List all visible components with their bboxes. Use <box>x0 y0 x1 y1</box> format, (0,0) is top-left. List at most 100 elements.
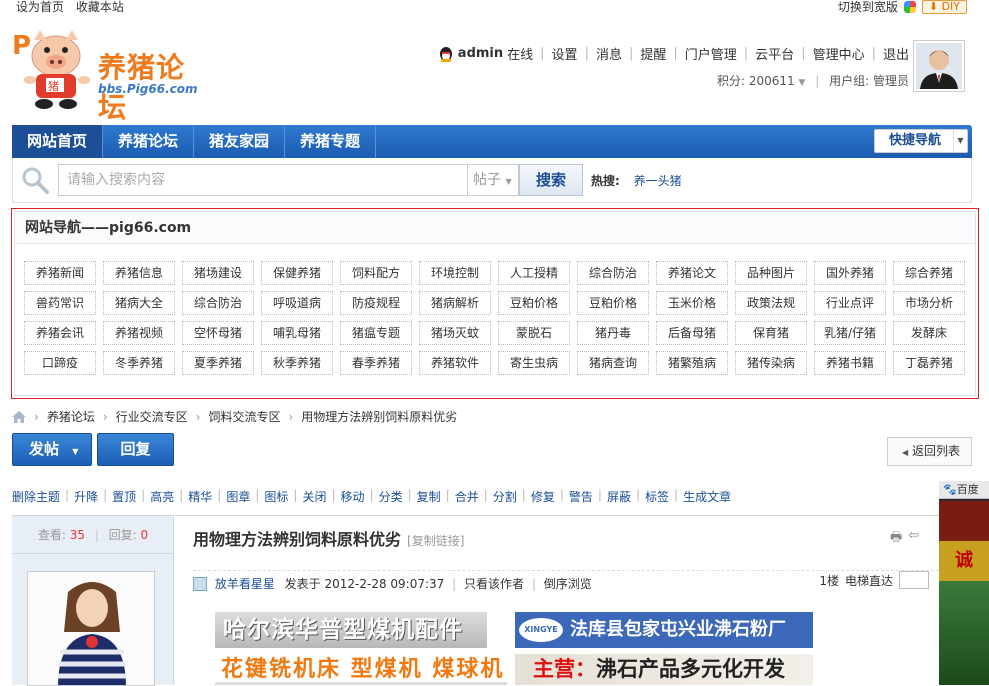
site-nav-link[interactable]: 猪繁殖病 <box>656 351 728 375</box>
ad-banner-products[interactable]: 主营：沸石产品多元化开发 <box>515 654 813 685</box>
mod-action-link[interactable]: 生成文章 <box>683 488 731 505</box>
ad-banner-equipment[interactable]: 花键铣机床 型煤机 煤球机 <box>215 654 507 685</box>
logout-link[interactable]: 退出 <box>883 44 909 63</box>
mod-action-link[interactable]: 合并 <box>455 488 479 505</box>
site-nav-link[interactable]: 猪病查询 <box>577 351 649 375</box>
site-nav-link[interactable]: 养猪新闻 <box>24 261 96 285</box>
site-nav-link[interactable]: 寄生虫病 <box>498 351 570 375</box>
admin-center-link[interactable]: 管理中心 <box>813 44 865 63</box>
floor-jump-input[interactable] <box>899 571 929 589</box>
site-nav-link[interactable]: 兽药常识 <box>24 291 96 315</box>
mod-action-link[interactable]: 分类 <box>379 488 403 505</box>
site-nav-link[interactable]: 猪场建设 <box>182 261 254 285</box>
mod-action-link[interactable]: 图标 <box>264 488 288 505</box>
search-input[interactable]: 请输入搜索内容 <box>58 164 468 196</box>
user-avatar[interactable] <box>913 40 965 92</box>
notices-link[interactable]: 提醒 <box>640 44 666 63</box>
nav-topics[interactable]: 养猪专题 <box>285 125 377 158</box>
site-nav-link[interactable]: 夏季养猪 <box>182 351 254 375</box>
site-nav-link[interactable]: 猪瘟专题 <box>340 321 412 345</box>
site-nav-link[interactable]: 养猪论文 <box>656 261 728 285</box>
mod-action-link[interactable]: 升降 <box>74 488 98 505</box>
mod-action-link[interactable]: 精华 <box>188 488 212 505</box>
site-nav-link[interactable]: 综合养猪 <box>893 261 965 285</box>
site-nav-link[interactable]: 保健养猪 <box>261 261 333 285</box>
site-nav-link[interactable]: 国外养猪 <box>814 261 886 285</box>
portal-admin-link[interactable]: 门户管理 <box>685 44 737 63</box>
floating-ad[interactable]: 🐾百度推 诚 <box>939 481 989 685</box>
mod-action-link[interactable]: 屏蔽 <box>607 488 631 505</box>
site-nav-link[interactable]: 秋季养猪 <box>261 351 333 375</box>
print-icon[interactable]: 🖶 <box>890 528 902 550</box>
site-nav-link[interactable]: 行业点评 <box>814 291 886 315</box>
site-nav-link[interactable]: 养猪信息 <box>103 261 175 285</box>
messages-link[interactable]: 消息 <box>596 44 622 63</box>
site-nav-link[interactable]: 饲料配方 <box>340 261 412 285</box>
site-nav-link[interactable]: 丁磊养猪 <box>893 351 965 375</box>
new-post-button[interactable]: 发帖 ▼ <box>12 433 92 466</box>
mod-action-link[interactable]: 删除主题 <box>12 488 60 505</box>
site-nav-link[interactable]: 保育猪 <box>735 321 807 345</box>
mod-action-link[interactable]: 分割 <box>493 488 517 505</box>
site-nav-link[interactable]: 玉米价格 <box>656 291 728 315</box>
reverse-order-link[interactable]: 倒序浏览 <box>544 577 592 591</box>
site-nav-link[interactable]: 品种图片 <box>735 261 807 285</box>
site-nav-link[interactable]: 养猪软件 <box>419 351 491 375</box>
mod-action-link[interactable]: 关闭 <box>302 488 326 505</box>
palette-icon[interactable] <box>903 0 916 13</box>
nav-home[interactable]: 网站首页 <box>12 125 104 158</box>
site-nav-link[interactable]: 猪传染病 <box>735 351 807 375</box>
site-nav-link[interactable]: 猪病解析 <box>419 291 491 315</box>
site-nav-link[interactable]: 环境控制 <box>419 261 491 285</box>
mod-action-link[interactable]: 标签 <box>645 488 669 505</box>
breadcrumb-thread[interactable]: 用物理方法辨别饲料原料优劣 <box>301 408 457 425</box>
site-nav-link[interactable]: 冬季养猪 <box>103 351 175 375</box>
site-nav-link[interactable]: 春季养猪 <box>340 351 412 375</box>
set-homepage-link[interactable]: 设为首页 <box>16 0 64 14</box>
site-nav-link[interactable]: 空怀母猪 <box>182 321 254 345</box>
site-nav-link[interactable]: 呼吸道病 <box>261 291 333 315</box>
site-nav-link[interactable]: 猪丹毒 <box>577 321 649 345</box>
mod-action-link[interactable]: 置顶 <box>112 488 136 505</box>
search-type-select[interactable]: 帖子 ▼ <box>469 164 519 196</box>
site-nav-link[interactable]: 豆粕价格 <box>498 291 570 315</box>
site-nav-link[interactable]: 养猪书籍 <box>814 351 886 375</box>
ad-banner-machinery[interactable]: 哈尔滨华普型煤机配件 <box>215 612 487 648</box>
site-nav-link[interactable]: 后备母猪 <box>656 321 728 345</box>
mod-action-link[interactable]: 复制 <box>417 488 441 505</box>
settings-link[interactable]: 设置 <box>552 44 578 63</box>
mod-action-link[interactable]: 高亮 <box>150 488 174 505</box>
bookmark-link[interactable]: 收藏本站 <box>76 0 124 14</box>
username[interactable]: admin <box>458 46 503 61</box>
post-author[interactable]: 放羊看星星 <box>215 577 275 591</box>
site-nav-link[interactable]: 乳猪/仔猪 <box>814 321 886 345</box>
site-nav-link[interactable]: 政策法规 <box>735 291 807 315</box>
site-nav-link[interactable]: 防疫规程 <box>340 291 412 315</box>
home-icon[interactable] <box>12 410 26 423</box>
breadcrumb-industry[interactable]: 行业交流专区 <box>116 408 188 425</box>
site-nav-link[interactable]: 综合防治 <box>577 261 649 285</box>
back-to-list-button[interactable]: ◀ 返回列表 <box>887 437 972 466</box>
mod-action-link[interactable]: 移动 <box>341 488 365 505</box>
site-nav-link[interactable]: 蒙脱石 <box>498 321 570 345</box>
only-author-link[interactable]: 只看该作者 <box>464 577 524 591</box>
nav-forum[interactable]: 养猪论坛 <box>103 125 195 158</box>
site-nav-link[interactable]: 哺乳母猪 <box>261 321 333 345</box>
site-nav-link[interactable]: 人工授精 <box>498 261 570 285</box>
prev-thread-icon[interactable]: ⇦ <box>908 528 919 550</box>
search-button[interactable]: 搜索 <box>519 164 583 196</box>
mod-action-link[interactable]: 修复 <box>531 488 555 505</box>
diy-button[interactable]: ⬇ DIY <box>921 0 967 14</box>
site-logo[interactable]: P 猪 养猪论坛 bbs.Pig66.com <box>10 28 210 124</box>
breadcrumb-forum[interactable]: 养猪论坛 <box>47 408 95 425</box>
nav-community[interactable]: 猪友家园 <box>194 125 286 158</box>
quick-nav-button[interactable]: 快捷导航 ▼ <box>874 129 968 153</box>
author-photo[interactable] <box>27 571 155 686</box>
mod-action-link[interactable]: 图章 <box>226 488 250 505</box>
cloud-platform-link[interactable]: 云平台 <box>755 44 794 63</box>
site-nav-link[interactable]: 综合防治 <box>182 291 254 315</box>
site-nav-link[interactable]: 市场分析 <box>893 291 965 315</box>
points-dropdown[interactable]: 积分: 200611 ▼ <box>717 74 805 88</box>
site-nav-link[interactable]: 养猪视频 <box>103 321 175 345</box>
site-nav-link[interactable]: 口蹄疫 <box>24 351 96 375</box>
